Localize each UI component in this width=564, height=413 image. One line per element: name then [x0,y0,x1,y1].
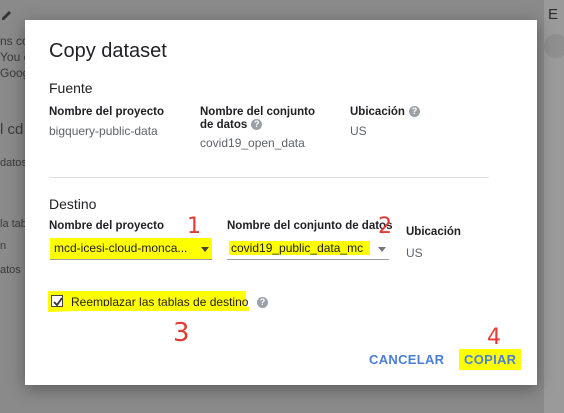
background-text: datos [0,157,27,169]
background-text: la tab [0,218,27,230]
annotation-number: 1 [187,214,201,239]
source-heading: Fuente [49,80,93,96]
source-dataset-value: covid19_open_data [200,136,305,150]
copy-dataset-dialog: Copy dataset Fuente Nombre del proyecto … [25,20,537,385]
destination-dataset-select[interactable]: covid19_public_data_mc [227,238,389,260]
destination-location-label: Ubicación [406,226,461,238]
annotation-number: 3 [173,318,190,348]
source-project-label: Nombre del proyecto [49,106,165,118]
background-text: l cd [0,121,24,138]
background-text: atos [0,264,21,276]
edit-icon [2,11,11,20]
destination-project-value: mcd-icesi-cloud-monca... [54,241,188,255]
destination-project-select[interactable]: mcd-icesi-cloud-monca... [50,238,212,260]
source-dataset-label: Nombre del conjunto de datos? [200,106,330,132]
copy-button[interactable]: COPIAR [459,349,522,370]
destination-project-label: Nombre del proyecto [49,220,165,232]
destination-heading: Destino [49,196,97,212]
underline-stroke [47,305,250,312]
annotation-number: 2 [378,214,392,239]
dropdown-arrow-icon [378,247,386,252]
help-icon[interactable]: ? [251,119,263,131]
dropdown-arrow-icon [201,247,209,252]
background-text: n [0,240,7,252]
destination-location-value: US [406,246,423,260]
background-right-panel: E [544,0,564,413]
background-text: E [548,6,559,23]
destination-dataset-label: Nombre del conjunto de datos [227,220,393,232]
source-project-value: bigquery-public-data [49,124,158,138]
background-avatar [544,34,564,58]
source-location-label-text: Ubicación [350,106,405,118]
dialog-title: Copy dataset [49,40,167,62]
annotation-number: 4 [487,325,501,350]
help-icon[interactable]: ? [408,106,420,118]
cancel-button[interactable]: CANCELAR [364,349,449,370]
source-location-value: US [350,124,367,138]
destination-dataset-value: covid19_public_data_mc [229,241,370,255]
help-icon[interactable]: ? [257,297,268,308]
source-location-label: Ubicación? [350,106,420,119]
section-divider [49,177,489,178]
